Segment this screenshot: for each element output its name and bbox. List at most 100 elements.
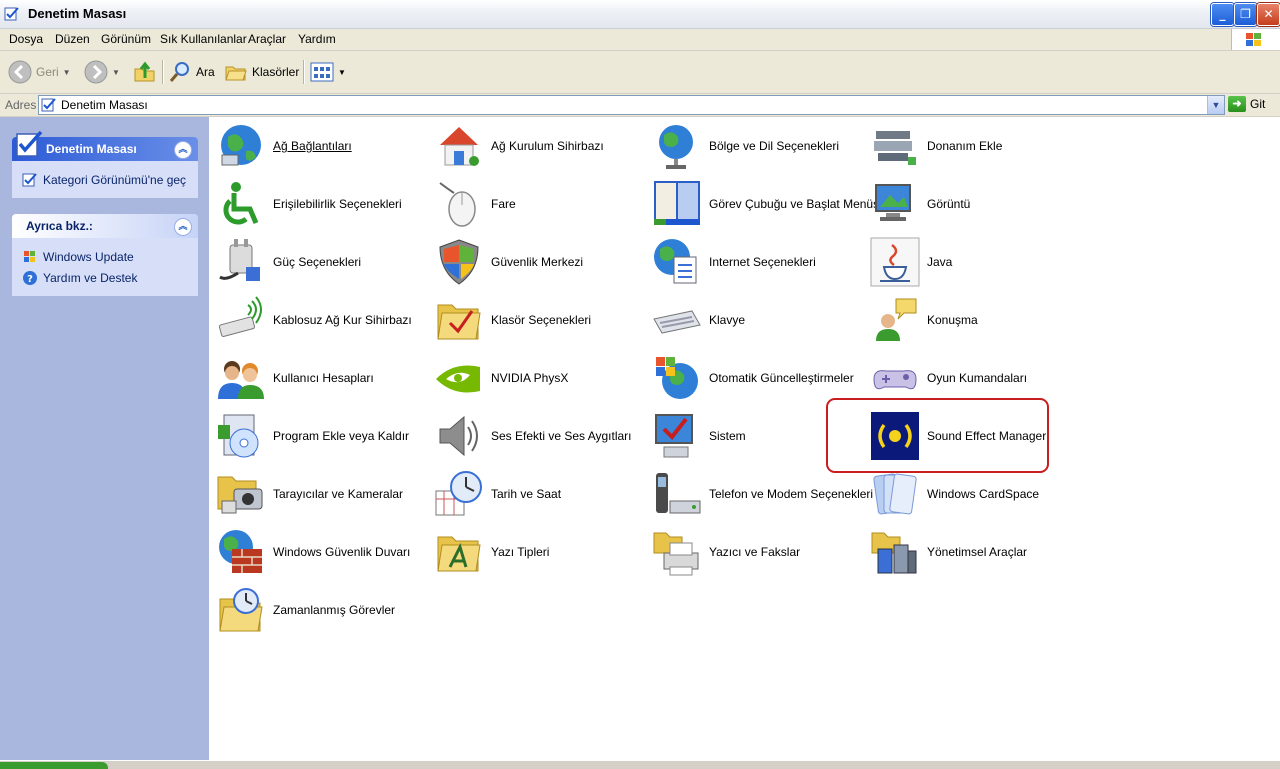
forward-button[interactable]: ▼ bbox=[84, 59, 120, 85]
category-view-icon bbox=[22, 172, 37, 186]
item-label: Güç Seçenekleri bbox=[273, 255, 362, 269]
nvidia-icon bbox=[434, 353, 484, 403]
phone-modem-icon bbox=[652, 469, 702, 519]
item-yonetimsel-araclar[interactable]: Yönetimsel Araçlar bbox=[870, 526, 1080, 578]
item-klavye[interactable]: Klavye bbox=[652, 294, 862, 346]
item-kablosuz-ag[interactable]: Kablosuz Ağ Kur Sihirbazı bbox=[216, 294, 426, 346]
address-dropdown-icon[interactable]: ▼ bbox=[1207, 96, 1224, 114]
item-klasor-secenekleri[interactable]: Klasör Seçenekleri bbox=[434, 294, 644, 346]
address-label: Adres bbox=[5, 98, 37, 112]
control-panel-large-icon bbox=[16, 130, 43, 157]
maximize-button[interactable]: ❐ bbox=[1234, 3, 1257, 26]
windows-update-label: Windows Update bbox=[43, 249, 134, 264]
item-konusma[interactable]: Konuşma bbox=[870, 294, 1080, 346]
item-erisilebilirlik[interactable]: Erişilebilirlik Seçenekleri bbox=[216, 178, 426, 230]
item-label: Yazı Tipleri bbox=[491, 545, 550, 559]
minimize-button[interactable]: _ bbox=[1211, 3, 1234, 26]
up-folder-icon bbox=[134, 61, 155, 82]
menu-sik-kullanilanlar[interactable]: Sık Kullanılanlar bbox=[160, 32, 247, 46]
game-controller-icon bbox=[870, 353, 920, 403]
menu-duzen[interactable]: Düzen bbox=[55, 32, 90, 46]
item-kullanici-hesaplari[interactable]: Kullanıcı Hesapları bbox=[216, 352, 426, 404]
forward-dropdown-icon[interactable]: ▼ bbox=[112, 68, 120, 77]
menu-dosya[interactable]: Dosya bbox=[9, 32, 43, 46]
item-guc-secenekleri[interactable]: Güç Seçenekleri bbox=[216, 236, 426, 288]
item-label: Klavye bbox=[709, 313, 746, 327]
item-gorev-cubugu[interactable]: Görev Çubuğu ve Başlat Menüsü bbox=[652, 178, 886, 230]
add-hardware-icon bbox=[870, 121, 920, 171]
item-label: Yazıcı ve Fakslar bbox=[709, 545, 801, 559]
item-label: Telefon ve Modem Seçenekleri bbox=[709, 487, 874, 501]
views-dropdown-icon[interactable]: ▼ bbox=[338, 68, 346, 77]
item-guvenlik-merkezi[interactable]: Güvenlik Merkezi bbox=[434, 236, 644, 288]
control-panel-panel: Denetim Masası ︽ Kategori Görünümü'ne ge… bbox=[12, 130, 198, 198]
date-time-icon bbox=[434, 469, 484, 519]
item-donanim-ekle[interactable]: Donanım Ekle bbox=[870, 120, 1080, 172]
item-oyun-kumandalari[interactable]: Oyun Kumandaları bbox=[870, 352, 1080, 404]
search-button[interactable]: Ara bbox=[168, 59, 215, 85]
category-view-link[interactable]: Kategori Görünümü'ne geç bbox=[22, 169, 188, 190]
item-label: Ağ Kurulum Sihirbazı bbox=[491, 139, 604, 153]
item-label: Ses Efekti ve Ses Aygıtları bbox=[491, 429, 632, 443]
see-also-panel-header[interactable]: Ayrıca bkz.: ︽ bbox=[12, 214, 198, 238]
highlight-annotation bbox=[826, 398, 1049, 473]
item-tarayicilar-kameralar[interactable]: Tarayıcılar ve Kameralar bbox=[216, 468, 426, 520]
item-label: Klasör Seçenekleri bbox=[491, 313, 592, 327]
item-windows-guvenlik-duvari[interactable]: Windows Güvenlik Duvarı bbox=[216, 526, 426, 578]
go-button[interactable]: ➜ Git bbox=[1228, 96, 1265, 112]
control-panel-panel-header[interactable]: Denetim Masası ︽ bbox=[12, 130, 198, 161]
item-label: Internet Seçenekleri bbox=[709, 255, 816, 269]
item-nvidia-physx[interactable]: NVIDIA PhysX bbox=[434, 352, 644, 404]
item-label: Tarayıcılar ve Kameralar bbox=[273, 487, 404, 501]
internet-options-icon bbox=[652, 237, 702, 287]
speaker-icon bbox=[434, 411, 484, 461]
item-label: Ağ Bağlantıları bbox=[273, 139, 352, 153]
windows-update-link[interactable]: Windows Update bbox=[22, 246, 188, 267]
close-button[interactable]: ✕ bbox=[1257, 3, 1280, 26]
item-label: Kablosuz Ağ Kur Sihirbazı bbox=[273, 313, 412, 327]
item-label: Erişilebilirlik Seçenekleri bbox=[273, 197, 402, 211]
item-ag-kurulum-sihirbazi[interactable]: Ağ Kurulum Sihirbazı bbox=[434, 120, 644, 172]
folders-icon bbox=[225, 66, 247, 81]
item-ses-efekti[interactable]: Ses Efekti ve Ses Aygıtları bbox=[434, 410, 644, 462]
item-program-ekle-kaldir[interactable]: Program Ekle veya Kaldır bbox=[216, 410, 426, 462]
item-telefon-modem[interactable]: Telefon ve Modem Seçenekleri bbox=[652, 468, 873, 520]
item-ag-baglantilari[interactable]: Ağ Bağlantıları bbox=[216, 120, 426, 172]
collapse-chevron-icon[interactable]: ︽ bbox=[174, 218, 192, 236]
address-bar: Adres Denetim Masası ▼ ➜ Git bbox=[0, 94, 1280, 117]
taskbar-start-menu-icon bbox=[652, 179, 702, 229]
toolbar: Geri ▼ ▼ Ara Klasörler ▼ bbox=[0, 51, 1280, 94]
up-folder-button[interactable] bbox=[133, 59, 157, 85]
item-yazi-tipleri[interactable]: Yazı Tipleri bbox=[434, 526, 644, 578]
item-zamanlanmis-gorevler[interactable]: Zamanlanmış Görevler bbox=[216, 584, 426, 636]
item-otomatik-guncellestirmeler[interactable]: Otomatik Güncelleştirmeler bbox=[652, 352, 862, 404]
item-label: Otomatik Güncelleştirmeler bbox=[709, 371, 854, 385]
globe-stand-icon bbox=[652, 121, 702, 171]
back-button[interactable]: Geri ▼ bbox=[8, 59, 71, 85]
help-support-link[interactable]: ? Yardım ve Destek bbox=[22, 267, 188, 288]
views-button[interactable]: ▼ bbox=[310, 59, 346, 85]
item-bolge-ve-dil[interactable]: Bölge ve Dil Seçenekleri bbox=[652, 120, 862, 172]
item-label: Windows Güvenlik Duvarı bbox=[273, 545, 411, 559]
item-tarih-saat[interactable]: Tarih ve Saat bbox=[434, 468, 644, 520]
item-java[interactable]: Java bbox=[870, 236, 1080, 288]
item-label: Windows CardSpace bbox=[927, 487, 1040, 501]
item-yazici-fakslar[interactable]: Yazıcı ve Fakslar bbox=[652, 526, 862, 578]
java-cup-icon bbox=[870, 237, 920, 287]
item-windows-cardspace[interactable]: Windows CardSpace bbox=[870, 468, 1080, 520]
back-dropdown-icon[interactable]: ▼ bbox=[63, 68, 71, 77]
menu-yardim[interactable]: Yardım bbox=[298, 32, 336, 46]
item-label: Zamanlanmış Görevler bbox=[273, 603, 396, 617]
display-icon bbox=[870, 179, 920, 229]
address-input[interactable]: Denetim Masası ▼ bbox=[38, 95, 1225, 115]
menu-gorunum[interactable]: Görünüm bbox=[101, 32, 151, 46]
item-goruntu[interactable]: Görüntü bbox=[870, 178, 1080, 230]
item-internet-secenekleri[interactable]: Internet Seçenekleri bbox=[652, 236, 862, 288]
network-globe-icon bbox=[216, 121, 266, 171]
title-bar: Denetim Masası _ ❐ ✕ bbox=[0, 0, 1280, 29]
folders-button[interactable]: Klasörler bbox=[224, 59, 299, 85]
item-label: Görev Çubuğu ve Başlat Menüsü bbox=[709, 197, 886, 211]
menu-araclar[interactable]: Araçlar bbox=[248, 32, 286, 46]
item-fare[interactable]: Fare bbox=[434, 178, 644, 230]
collapse-chevron-icon[interactable]: ︽ bbox=[174, 141, 192, 159]
